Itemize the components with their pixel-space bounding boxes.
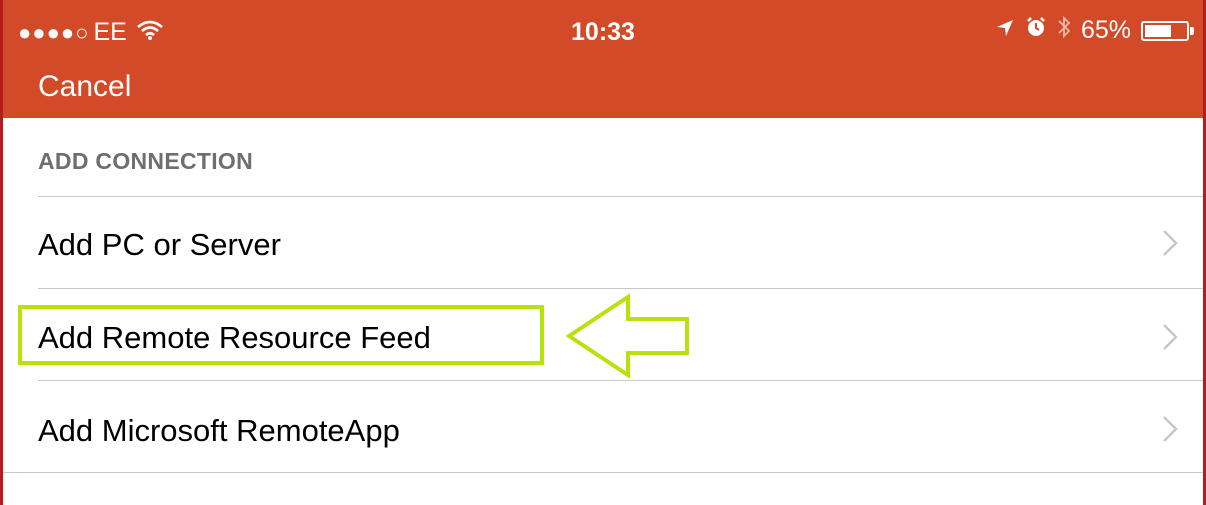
location-arrow-icon [995, 16, 1015, 45]
list-item-label: Add Microsoft RemoteApp [38, 413, 400, 448]
list-item-label: Add PC or Server [38, 227, 281, 262]
chevron-right-icon [1162, 229, 1178, 262]
chevron-right-icon [1162, 415, 1178, 448]
status-bar: ●●●●○ EE 10:33 65% [0, 0, 1206, 60]
divider [0, 472, 1206, 473]
add-pc-or-server-item[interactable]: Add PC or Server [0, 197, 1206, 289]
battery-percent: 65% [1080, 16, 1131, 44]
cancel-button[interactable]: Cancel [38, 70, 131, 104]
app-header: ●●●●○ EE 10:33 65% Cancel [0, 0, 1206, 118]
status-right: 65% [985, 15, 1194, 46]
battery-fill [1145, 24, 1171, 37]
highlight-box [18, 305, 544, 365]
battery-tip [1190, 26, 1194, 35]
chevron-right-icon [1162, 323, 1178, 356]
add-microsoft-remoteapp-item[interactable]: Add Microsoft RemoteApp [0, 381, 1206, 473]
pointer-arrow-icon [565, 293, 692, 384]
alarm-icon [1025, 16, 1047, 45]
battery-icon [1141, 20, 1194, 41]
section-header: ADD CONNECTION [38, 148, 254, 174]
bluetooth-icon [1057, 15, 1071, 46]
battery-body [1141, 20, 1189, 41]
frame-border-left [0, 0, 3, 505]
